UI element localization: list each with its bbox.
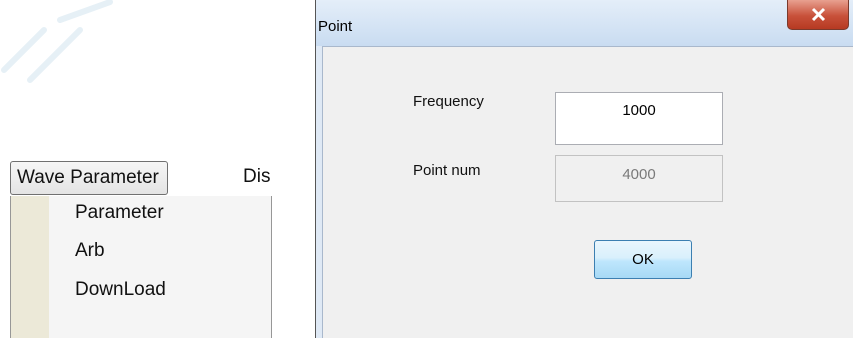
dialog-titlebar[interactable]: Point — [316, 0, 853, 46]
dialog-body: Frequency 1000 Point num 4000 OK — [322, 46, 853, 338]
dialog-title: Point — [318, 18, 353, 35]
point-num-field: 4000 — [555, 155, 723, 202]
menu-display[interactable]: Dis — [243, 160, 270, 194]
menu-item-arb-label: Arb — [75, 240, 105, 261]
point-num-label: Point num — [413, 162, 481, 179]
menu-item-download[interactable]: DownLoad — [11, 273, 271, 307]
menu-item-parameter-label: Parameter — [75, 202, 164, 223]
menu-item-download-label: DownLoad — [75, 279, 166, 300]
menu-item-arb[interactable]: Arb — [11, 234, 271, 268]
frequency-label: Frequency — [413, 93, 484, 110]
wave-parameter-dropdown: Parameter Arb DownLoad — [10, 196, 272, 338]
point-dialog: Point Frequency 1000 Point num 4000 OK — [315, 0, 853, 338]
menu-item-parameter[interactable]: Parameter — [11, 196, 271, 230]
watermark-graphic — [1, 0, 113, 83]
close-icon — [811, 7, 826, 22]
ok-button[interactable]: OK — [594, 240, 692, 279]
menu-bar: Wave Parameter Dis — [10, 160, 276, 196]
menu-wave-parameter[interactable]: Wave Parameter — [10, 161, 168, 195]
close-button[interactable] — [787, 0, 849, 30]
frequency-input[interactable]: 1000 — [555, 92, 723, 145]
